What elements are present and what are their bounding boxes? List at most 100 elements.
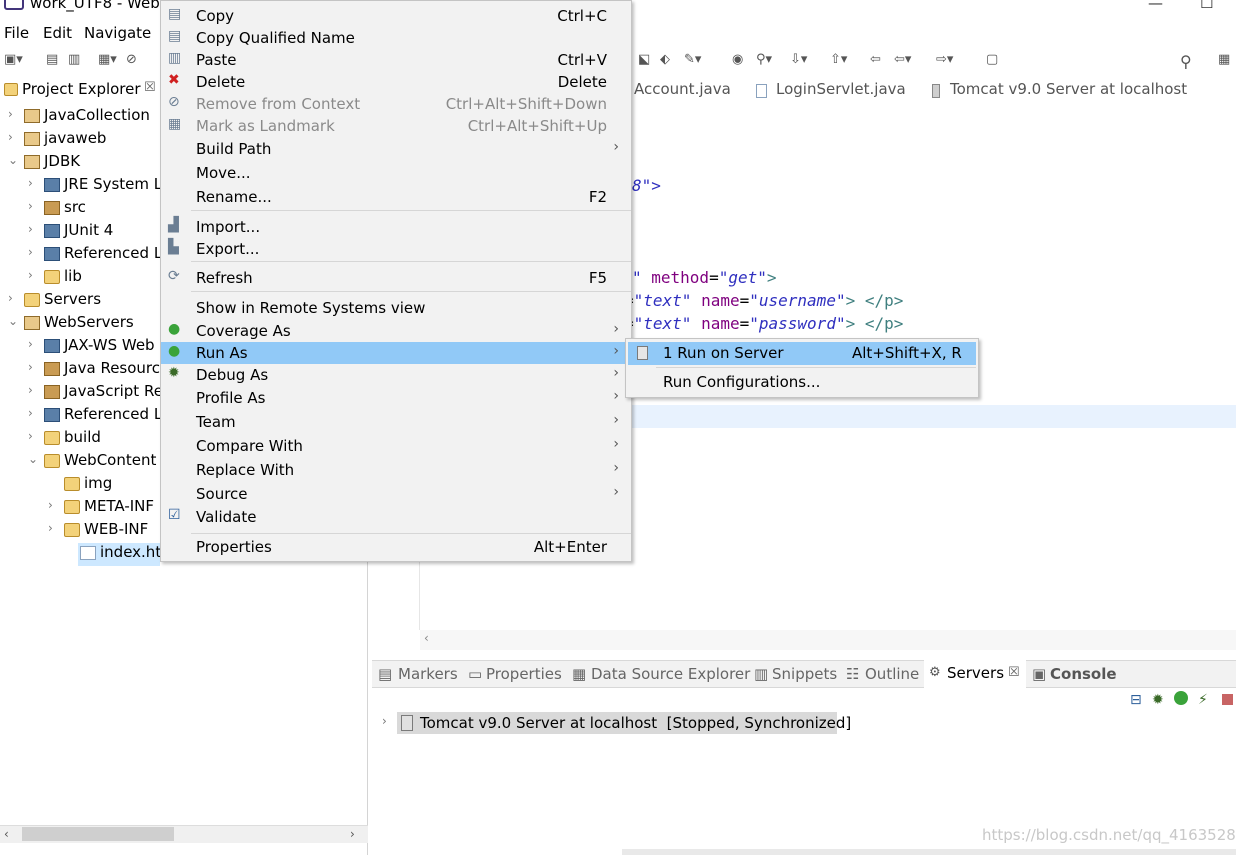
skip-breakpoints-icon[interactable]: ⊘ [126,52,137,67]
tree-item[interactable]: img [0,474,160,497]
wand-icon[interactable]: ✎▾ [684,52,701,67]
tree-item[interactable]: › javaweb [0,129,160,152]
tab-data-source-explorer[interactable]: Data Source Explorer [591,665,750,683]
search-icon[interactable]: ⚲ [1180,52,1192,71]
menu-item-export[interactable]: ▙ Export... [161,238,631,260]
expand-arrow-icon[interactable]: › [28,222,33,236]
expand-arrow-icon[interactable]: › [8,130,13,144]
expand-arrow-icon[interactable]: › [28,199,33,213]
tree-item[interactable]: › src [0,198,160,221]
pin-editor-icon[interactable]: ▢ [986,52,998,67]
expand-arrow-icon[interactable]: › [28,406,33,420]
expand-arrow-icon[interactable]: › [28,268,33,282]
prev-annotation-icon[interactable]: ⇧▾ [830,52,847,67]
expand-arrow-icon[interactable]: › [48,498,53,512]
maximize-button[interactable]: ☐ [1200,0,1213,12]
tree-item[interactable]: › JUnit 4 [0,221,160,244]
minimize-button[interactable]: — [1148,0,1163,12]
tab-servers-active[interactable]: ⚙ Servers ☒ [924,660,1026,688]
project-explorer-title[interactable]: Project Explorer [22,80,141,98]
menu-item-mark-as-landmark[interactable]: ▦ Mark as Landmark Ctrl+Alt+Shift+Up [161,115,631,137]
expand-arrow-icon[interactable]: › [382,714,387,728]
tree-item[interactable]: index.htm [78,543,160,566]
menu-item-delete[interactable]: ✖ Delete Delete [161,71,631,93]
tab-console[interactable]: Console [1050,665,1117,683]
tree-item[interactable]: › Referenced L [0,244,160,267]
profile-server-icon[interactable]: ⚡ [1198,692,1208,708]
open-folder-icon[interactable]: ⬕ [638,52,650,67]
perspective-icon[interactable]: ▦ [1218,52,1230,67]
expand-arrow-icon[interactable]: › [48,521,53,535]
collapse-all-icon[interactable]: ⊟ [1130,692,1142,708]
menu-item-compare-with[interactable]: Compare With › [161,435,631,457]
expand-arrow-icon[interactable]: › [28,337,33,351]
menu-item-run-as[interactable]: ● Run As › [161,342,631,364]
next-annotation-icon[interactable]: ⇩▾ [790,52,807,67]
tab-snippets[interactable]: Snippets [772,665,837,683]
scroll-left-icon[interactable]: ‹ [4,827,9,841]
scroll-right-icon[interactable]: › [350,827,355,841]
menu-item-properties[interactable]: Properties Alt+Enter [161,536,631,558]
editor-horizontal-scrollbar[interactable]: ‹ [420,630,1236,650]
start-server-icon[interactable] [1174,691,1188,705]
expand-arrow-icon[interactable]: › [28,360,33,374]
back-icon[interactable]: ⇦▾ [894,52,911,67]
collapse-arrow-icon[interactable]: ⌄ [8,314,18,328]
run-on-server-item[interactable]: 1 Run on Server Alt+Shift+X, R [628,342,976,365]
tree-item[interactable]: › Referenced L [0,405,160,428]
collapse-arrow-icon[interactable]: ⌄ [28,452,38,466]
save-icon[interactable]: ▤ [46,52,58,67]
menu-item-coverage-as[interactable]: ● Coverage As › [161,320,631,342]
menu-edit[interactable]: Edit [43,24,72,42]
tree-item[interactable]: › build [0,428,160,451]
menu-item-build-path[interactable]: Build Path › [161,138,631,160]
menu-navigate[interactable]: Navigate [84,24,151,42]
expand-arrow-icon[interactable]: › [28,383,33,397]
open-type-icon[interactable]: ⬖ [660,52,670,67]
menu-item-debug-as[interactable]: ✹ Debug As › [161,364,631,386]
globe-icon[interactable]: ◉ [732,52,743,67]
scrollbar-thumb[interactable] [22,827,174,841]
menu-item-copy[interactable]: ▤ Copy Ctrl+C [161,5,631,27]
menu-item-validate[interactable]: ☑ Validate [161,506,631,528]
expand-arrow-icon[interactable]: › [28,245,33,259]
bottom-scrollbar[interactable] [622,849,1236,855]
tree-item[interactable]: › JavaCollection [0,106,160,129]
tree-item[interactable]: › META-INF [0,497,160,520]
menu-item-import[interactable]: ▟ Import... [161,216,631,238]
terminal-icon[interactable]: ▦▾ [98,52,117,67]
expand-arrow-icon[interactable]: › [28,429,33,443]
menu-file[interactable]: File [4,24,29,42]
search-tool-icon[interactable]: ⚲▾ [756,52,772,67]
tab-markers[interactable]: Markers [398,665,458,683]
new-icon[interactable]: ▣▾ [4,52,23,67]
menu-item-profile-as[interactable]: Profile As › [161,387,631,409]
tab-tomcat-server[interactable]: Tomcat v9.0 Server at localhost [950,80,1187,98]
menu-item-team[interactable]: Team › [161,411,631,433]
tab-account-java[interactable]: Account.java [634,80,731,98]
debug-server-icon[interactable]: ✹ [1152,692,1164,708]
tab-properties[interactable]: Properties [486,665,562,683]
tree-item[interactable]: › Servers [0,290,160,313]
menu-item-show-in-remote-systems-view[interactable]: Show in Remote Systems view [161,297,631,319]
collapse-arrow-icon[interactable]: ⌄ [8,153,18,167]
menu-item-rename[interactable]: Rename... F2 [161,186,631,208]
run-configurations-item[interactable]: Run Configurations... [628,371,976,393]
menu-item-remove-from-context[interactable]: ⊘ Remove from Context Ctrl+Alt+Shift+Down [161,93,631,115]
last-edit-icon[interactable]: ⇦ [870,52,881,67]
expand-arrow-icon[interactable]: › [28,176,33,190]
menu-item-replace-with[interactable]: Replace With › [161,459,631,481]
menu-item-move[interactable]: Move... [161,162,631,184]
tab-outline[interactable]: Outline [865,665,919,683]
expand-arrow-icon[interactable]: › [8,291,13,305]
menu-item-copy-qualified-name[interactable]: ▤ Copy Qualified Name [161,27,631,49]
close-icon[interactable]: ☒ [1008,665,1020,680]
tree-item[interactable]: › JRE System L [0,175,160,198]
menu-item-source[interactable]: Source › [161,483,631,505]
forward-icon[interactable]: ⇨▾ [936,52,953,67]
tree-item[interactable]: › Java Resourc [0,359,160,382]
tree-item[interactable]: › lib [0,267,160,290]
tab-loginservlet-java[interactable]: LoginServlet.java [776,80,906,98]
tree-item[interactable]: ⌄ WebContent [0,451,160,474]
tree-item[interactable]: ⌄ JDBK [0,152,160,175]
